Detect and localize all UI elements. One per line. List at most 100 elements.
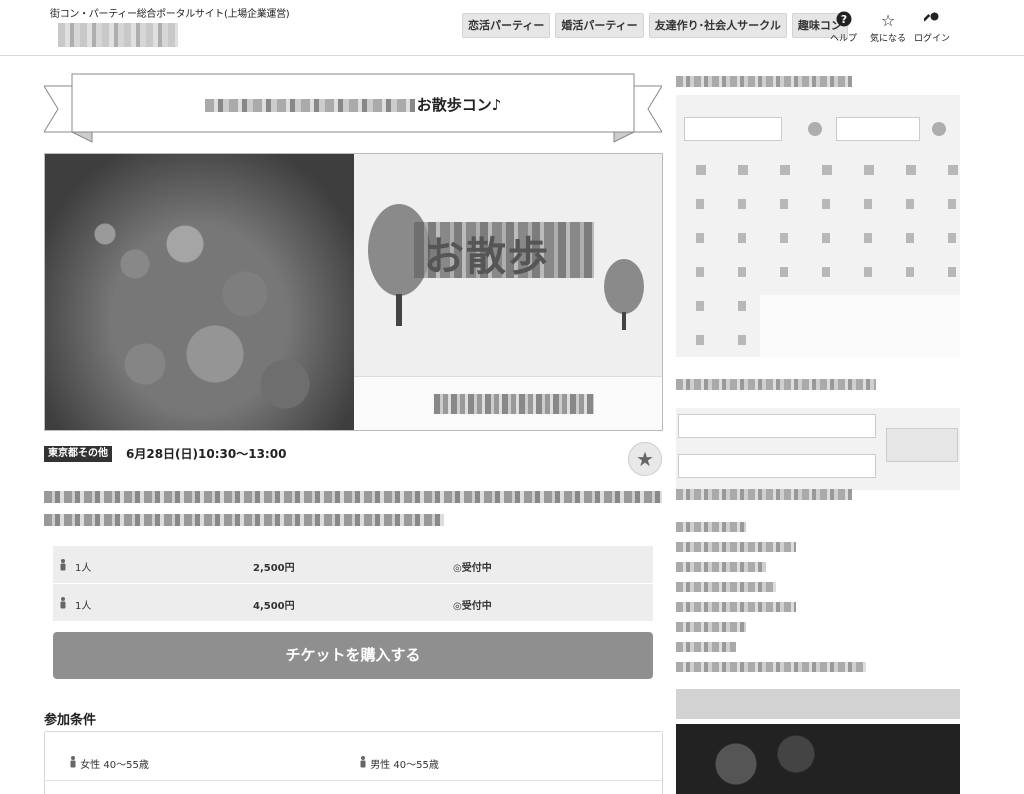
calendar-range-select[interactable] [836, 117, 920, 141]
ticket-status: ◎受付中 [453, 601, 492, 612]
buy-ticket-button[interactable]: チケットを購入する [53, 632, 653, 679]
event-title-redacted [204, 99, 415, 112]
female-condition-text: 女性 40～55歳 [80, 760, 149, 771]
calendar-day-cell[interactable] [948, 199, 956, 209]
calendar-day-cell[interactable] [906, 199, 914, 209]
calendar-day-cell[interactable] [948, 165, 958, 175]
calendar-day-cell[interactable] [948, 267, 956, 277]
search-category-select[interactable] [678, 454, 876, 478]
sidebar-link[interactable] [676, 602, 796, 612]
search-button[interactable] [886, 428, 958, 462]
calendar-day-cell[interactable] [696, 335, 704, 345]
calendar-day-cell[interactable] [696, 267, 704, 277]
female-condition: 女性 40～55歳 [69, 756, 149, 771]
calendar-day-cell[interactable] [696, 233, 704, 243]
calendar-day-cell[interactable] [822, 233, 830, 243]
ticket-count: 1人 [75, 601, 92, 612]
calendar-day-cell[interactable] [696, 199, 704, 209]
ticket-price: 2,500円 [253, 563, 295, 574]
sidebar-link[interactable] [676, 522, 746, 532]
calendar-day-cell[interactable] [780, 233, 788, 243]
calendar-day-cell[interactable] [822, 199, 830, 209]
help-label: ヘルプ [830, 34, 858, 44]
sidebar-link[interactable] [676, 642, 736, 652]
conditions-box: 女性 40～55歳 男性 40～55歳 [44, 731, 663, 794]
ticket-row-female: 1人 2,500円 ◎受付中 [53, 546, 653, 584]
key-icon [914, 11, 950, 31]
calendar-day-cell[interactable] [864, 165, 874, 175]
hero-title-text: お散歩 [424, 233, 550, 280]
male-condition-text: 男性 40～55歳 [370, 760, 439, 771]
calendar-day-cell[interactable] [864, 233, 872, 243]
ticket-count: 1人 [75, 563, 92, 574]
person-icon [59, 597, 67, 612]
sidebar-link[interactable] [676, 662, 866, 672]
calendar-day-cell[interactable] [738, 165, 748, 175]
tree-illustration-small [604, 259, 644, 314]
calendar-day-cell[interactable] [738, 267, 746, 277]
calendar-day-cell[interactable] [906, 267, 914, 277]
favorites-link[interactable]: ☆ 気になる [870, 11, 906, 44]
sidebar-link[interactable] [676, 542, 796, 552]
nav-konkatsu-party[interactable]: 婚活パーティー [555, 13, 644, 38]
help-link[interactable]: ? ヘルプ [830, 11, 857, 44]
person-icon [59, 559, 67, 574]
nav-friends-circle[interactable]: 友達作り･社会人サークル [648, 13, 787, 38]
event-title-text: お散歩コン♪ [416, 96, 502, 114]
calendar-day-cell[interactable] [864, 199, 872, 209]
site-header: 街コン・パーティー総合ポータルサイト(上場企業運営) 恋活パーティー 婚活パーテ… [0, 0, 1024, 56]
calendar-day-cell[interactable] [948, 233, 956, 243]
login-link[interactable]: ログイン [914, 11, 950, 44]
calendar-day-cell[interactable] [738, 233, 746, 243]
event-description-redacted [44, 491, 662, 503]
walk-illustration: お散歩 [354, 154, 662, 430]
sidebar-ad-heading [676, 689, 960, 719]
conditions-heading: 参加条件 [44, 713, 97, 728]
event-date: 6月28日(日)10:30～13:00 [126, 447, 287, 461]
svg-text:?: ? [840, 13, 846, 26]
sidebar-ad-banner[interactable] [676, 724, 960, 794]
star-filled-icon: ★ [636, 447, 654, 471]
sidebar-link[interactable] [676, 582, 776, 592]
calendar-day-cell[interactable] [906, 165, 916, 175]
site-logo[interactable] [58, 23, 178, 47]
question-circle-icon: ? [830, 11, 857, 31]
calendar-day-cell[interactable] [822, 165, 832, 175]
site-tagline: 街コン・パーティー総合ポータルサイト(上場企業運営) [50, 9, 290, 20]
calendar-day-cell[interactable] [780, 199, 788, 209]
calendar-day-cell[interactable] [738, 199, 746, 209]
calendar-month-select[interactable] [684, 117, 782, 141]
calendar-day-cell[interactable] [696, 165, 706, 175]
event-description-redacted [44, 514, 444, 526]
event-hero-image: お散歩 [44, 153, 663, 431]
male-icon [360, 756, 366, 768]
sidebar-calendar-heading [676, 76, 852, 87]
calendar-day-cell[interactable] [780, 267, 788, 277]
sidebar-search-heading [676, 379, 876, 390]
hero-logo-redacted [434, 394, 594, 414]
calendar-day-cell[interactable] [780, 165, 790, 175]
nav-koikatsu-party[interactable]: 恋活パーティー [462, 13, 551, 38]
calendar-day-cell[interactable] [696, 301, 704, 311]
ticket-price: 4,500円 [253, 601, 295, 612]
area-badge: 東京都その他 [44, 446, 112, 462]
star-outline-icon: ☆ [880, 11, 896, 30]
ticket-status: ◎受付中 [453, 563, 492, 574]
sidebar-link[interactable] [676, 562, 766, 572]
calendar-day-cell[interactable] [864, 267, 872, 277]
prev-month-icon[interactable] [808, 122, 822, 136]
event-title: お散歩コン♪ [44, 94, 662, 115]
calendar-day-cell[interactable] [822, 267, 830, 277]
ticket-price-table: 1人 2,500円 ◎受付中 1人 4,500円 ◎受付中 [53, 546, 653, 622]
search-area-select[interactable] [678, 414, 876, 438]
calendar-day-cell[interactable] [906, 233, 914, 243]
calendar-day-cell[interactable] [738, 301, 746, 311]
favorite-star-button[interactable]: ★ [628, 442, 662, 476]
next-month-icon[interactable] [932, 122, 946, 136]
male-condition: 男性 40～55歳 [359, 756, 439, 771]
calendar-day-cell[interactable] [738, 335, 746, 345]
event-title-banner: お散歩コン♪ [44, 72, 662, 146]
favorites-label: 気になる [870, 34, 907, 44]
sidebar-link[interactable] [676, 622, 746, 632]
ticket-row-male: 1人 4,500円 ◎受付中 [53, 584, 653, 622]
